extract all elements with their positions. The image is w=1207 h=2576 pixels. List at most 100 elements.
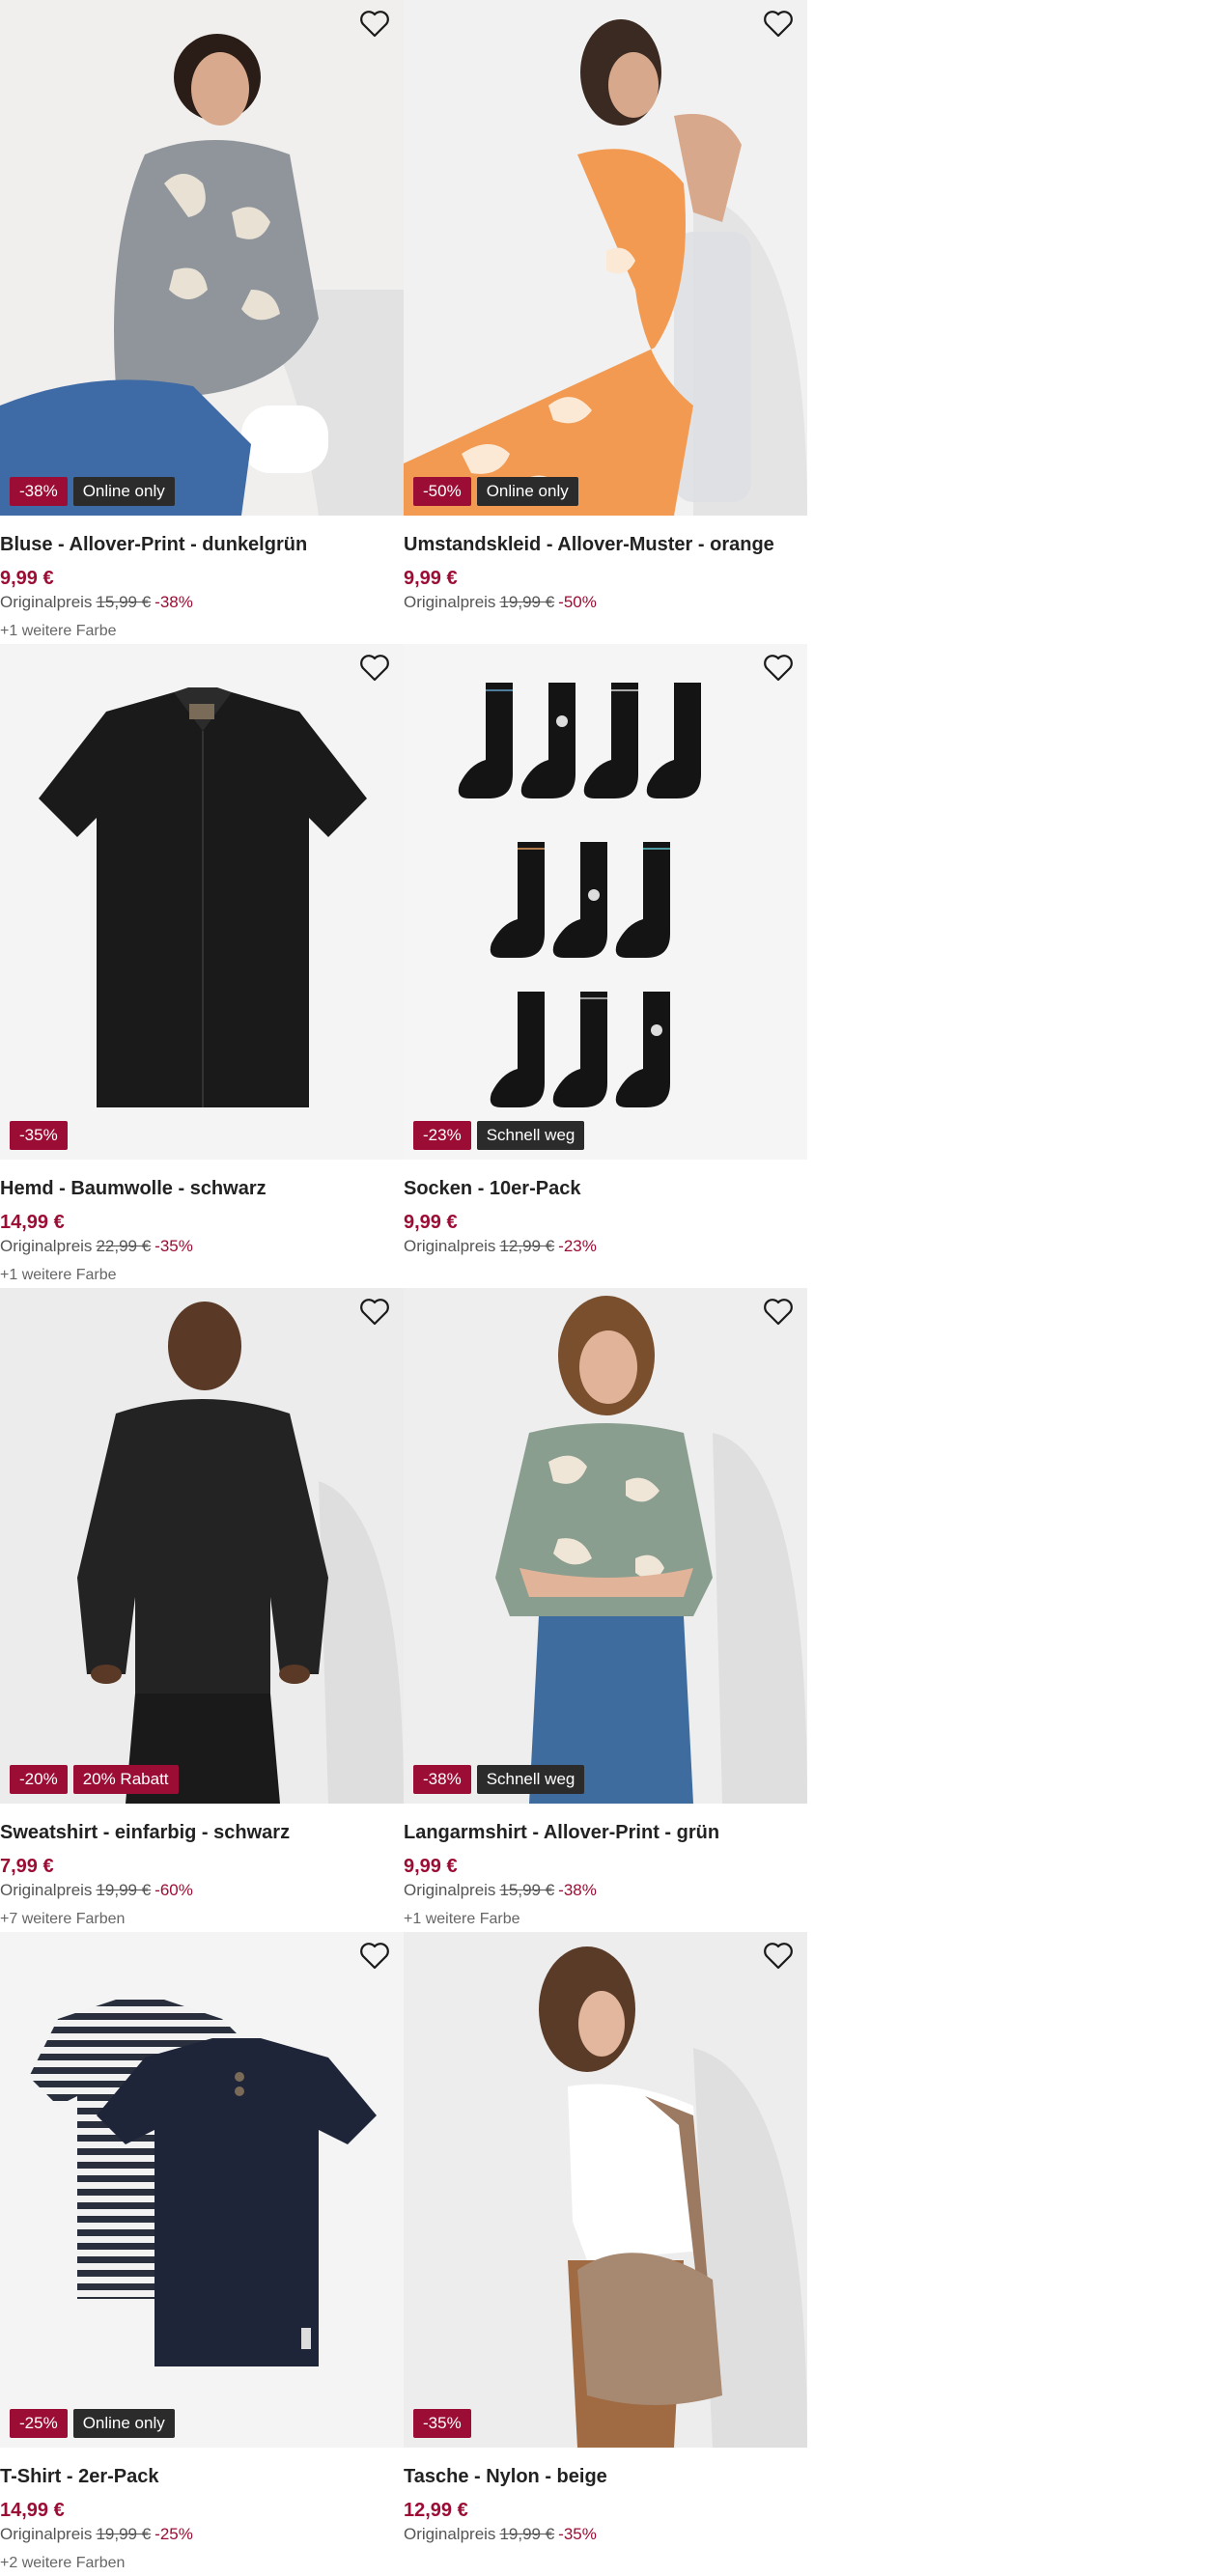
discount-percent: -23% [558,1237,597,1255]
label-badge: Online only [476,477,578,506]
original-price-label: Originalpreis [404,1237,496,1255]
label-badge: Online only [72,2409,175,2438]
badge-group: -23% Schnell weg [413,1121,585,1150]
more-colors-link[interactable]: +1 weitere Farbe [0,1267,117,1284]
discount-badge: -50% [413,477,471,506]
product-image[interactable]: -35% [404,1932,807,2448]
more-colors-link[interactable]: +7 weitere Farben [0,1911,125,1928]
product-grid: -38% Online only Bluse - Allover-Print - … [0,0,807,2576]
sale-price: 9,99 € [0,568,54,589]
original-price: 12,99 € [499,1237,555,1255]
product-image[interactable]: -38% Online only [0,0,404,516]
product-name[interactable]: Socken - 10er-Pack [404,1178,800,1200]
original-price: 15,99 € [499,1881,555,1899]
heart-outline-icon [360,655,389,682]
original-price-line: Originalpreis 19,99 € -25% [0,2525,193,2544]
discount-badge: -35% [10,1121,68,1150]
original-price-line: Originalpreis 15,99 € -38% [0,593,193,612]
product-card[interactable]: -50% Online only Umstandskleid - Allover-… [404,0,807,644]
product-name[interactable]: Sweatshirt - einfarbig - schwarz [0,1822,396,1844]
product-name[interactable]: Langarmshirt - Allover-Print - grün [404,1822,800,1844]
original-price-line: Originalpreis 19,99 € -35% [404,2525,597,2544]
favorite-button[interactable] [763,10,798,44]
badge-group: -38% Online only [10,477,175,506]
original-price-line: Originalpreis 15,99 € -38% [404,1881,597,1900]
product-name[interactable]: Bluse - Allover-Print - dunkelgrün [0,534,396,556]
heart-outline-icon [360,1943,389,1970]
original-price: 19,99 € [499,593,555,611]
discount-percent: -60% [154,1881,193,1899]
favorite-button[interactable] [763,1298,798,1332]
product-card[interactable]: -23% Schnell weg Socken - 10er-Pack 9,99 … [404,644,807,1288]
heart-outline-icon [764,1299,793,1326]
discount-percent: -50% [558,593,597,611]
original-price-label: Originalpreis [0,593,93,611]
badge-group: -20% 20% Rabatt [10,1765,179,1794]
product-name[interactable]: Tasche - Nylon - beige [404,2466,800,2488]
original-price-label: Originalpreis [0,1881,93,1899]
label-badge: Schnell weg [476,1121,585,1150]
product-name[interactable]: Hemd - Baumwolle - schwarz [0,1178,396,1200]
product-name[interactable]: Umstandskleid - Allover-Muster - orange [404,534,800,556]
product-image[interactable]: -23% Schnell weg [404,644,807,1160]
favorite-button[interactable] [359,1298,394,1332]
more-colors-link[interactable]: +2 weitere Farben [0,2555,125,2572]
discount-percent: -35% [558,2525,597,2543]
heart-outline-icon [360,1299,389,1326]
product-card[interactable]: -25% Online only T-Shirt - 2er-Pack 14,99… [0,1932,404,2576]
discount-badge: -23% [413,1121,471,1150]
original-price: 19,99 € [96,1881,152,1899]
badge-group: -35% [10,1121,68,1150]
badge-group: -25% Online only [10,2409,175,2438]
favorite-button[interactable] [359,10,394,44]
favorite-button[interactable] [763,1942,798,1976]
product-card[interactable]: -35% Tasche - Nylon - beige 12,99 € Orig… [404,1932,807,2576]
original-price: 19,99 € [499,2525,555,2543]
discount-badge: -35% [413,2409,471,2438]
discount-badge: -20% [10,1765,68,1794]
product-image[interactable]: -20% 20% Rabatt [0,1288,404,1804]
heart-outline-icon [764,1943,793,1970]
more-colors-link[interactable]: +1 weitere Farbe [404,1911,520,1928]
original-price: 15,99 € [96,593,152,611]
discount-badge: -25% [10,2409,68,2438]
discount-percent: -38% [154,593,193,611]
original-price-line: Originalpreis 12,99 € -23% [404,1237,597,1256]
original-price-label: Originalpreis [0,1237,93,1255]
sale-price: 9,99 € [404,1212,458,1233]
label-badge: Online only [72,477,175,506]
original-price-label: Originalpreis [404,1881,496,1899]
product-card[interactable]: -20% 20% Rabatt Sweatshirt - einfarbig - … [0,1288,404,1932]
sale-price: 12,99 € [404,2500,468,2521]
original-price: 22,99 € [96,1237,152,1255]
product-image[interactable]: -25% Online only [0,1932,404,2448]
original-price-line: Originalpreis 22,99 € -35% [0,1237,193,1256]
more-colors-link[interactable]: +1 weitere Farbe [0,623,117,640]
heart-outline-icon [764,11,793,38]
product-image[interactable]: -50% Online only [404,0,807,516]
badge-group: -35% [413,2409,471,2438]
sale-price: 14,99 € [0,2500,65,2521]
product-card[interactable]: -35% Hemd - Baumwolle - schwarz 14,99 € … [0,644,404,1288]
favorite-button[interactable] [359,654,394,688]
original-price: 19,99 € [96,2525,152,2543]
product-image[interactable]: -35% [0,644,404,1160]
badge-group: -38% Schnell weg [413,1765,585,1794]
discount-badge: 20% Rabatt [72,1765,179,1794]
original-price-line: Originalpreis 19,99 € -50% [404,593,597,612]
favorite-button[interactable] [359,1942,394,1976]
original-price-label: Originalpreis [0,2525,93,2543]
discount-percent: -35% [154,1237,193,1255]
product-name[interactable]: T-Shirt - 2er-Pack [0,2466,396,2488]
product-image[interactable]: -38% Schnell weg [404,1288,807,1804]
sale-price: 9,99 € [404,568,458,589]
sale-price: 9,99 € [404,1856,458,1877]
product-card[interactable]: -38% Online only Bluse - Allover-Print - … [0,0,404,644]
discount-badge: -38% [10,477,68,506]
favorite-button[interactable] [763,654,798,688]
original-price-label: Originalpreis [404,2525,496,2543]
discount-percent: -25% [154,2525,193,2543]
product-card[interactable]: -38% Schnell weg Langarmshirt - Allover-P… [404,1288,807,1932]
discount-percent: -38% [558,1881,597,1899]
label-badge: Schnell weg [476,1765,585,1794]
